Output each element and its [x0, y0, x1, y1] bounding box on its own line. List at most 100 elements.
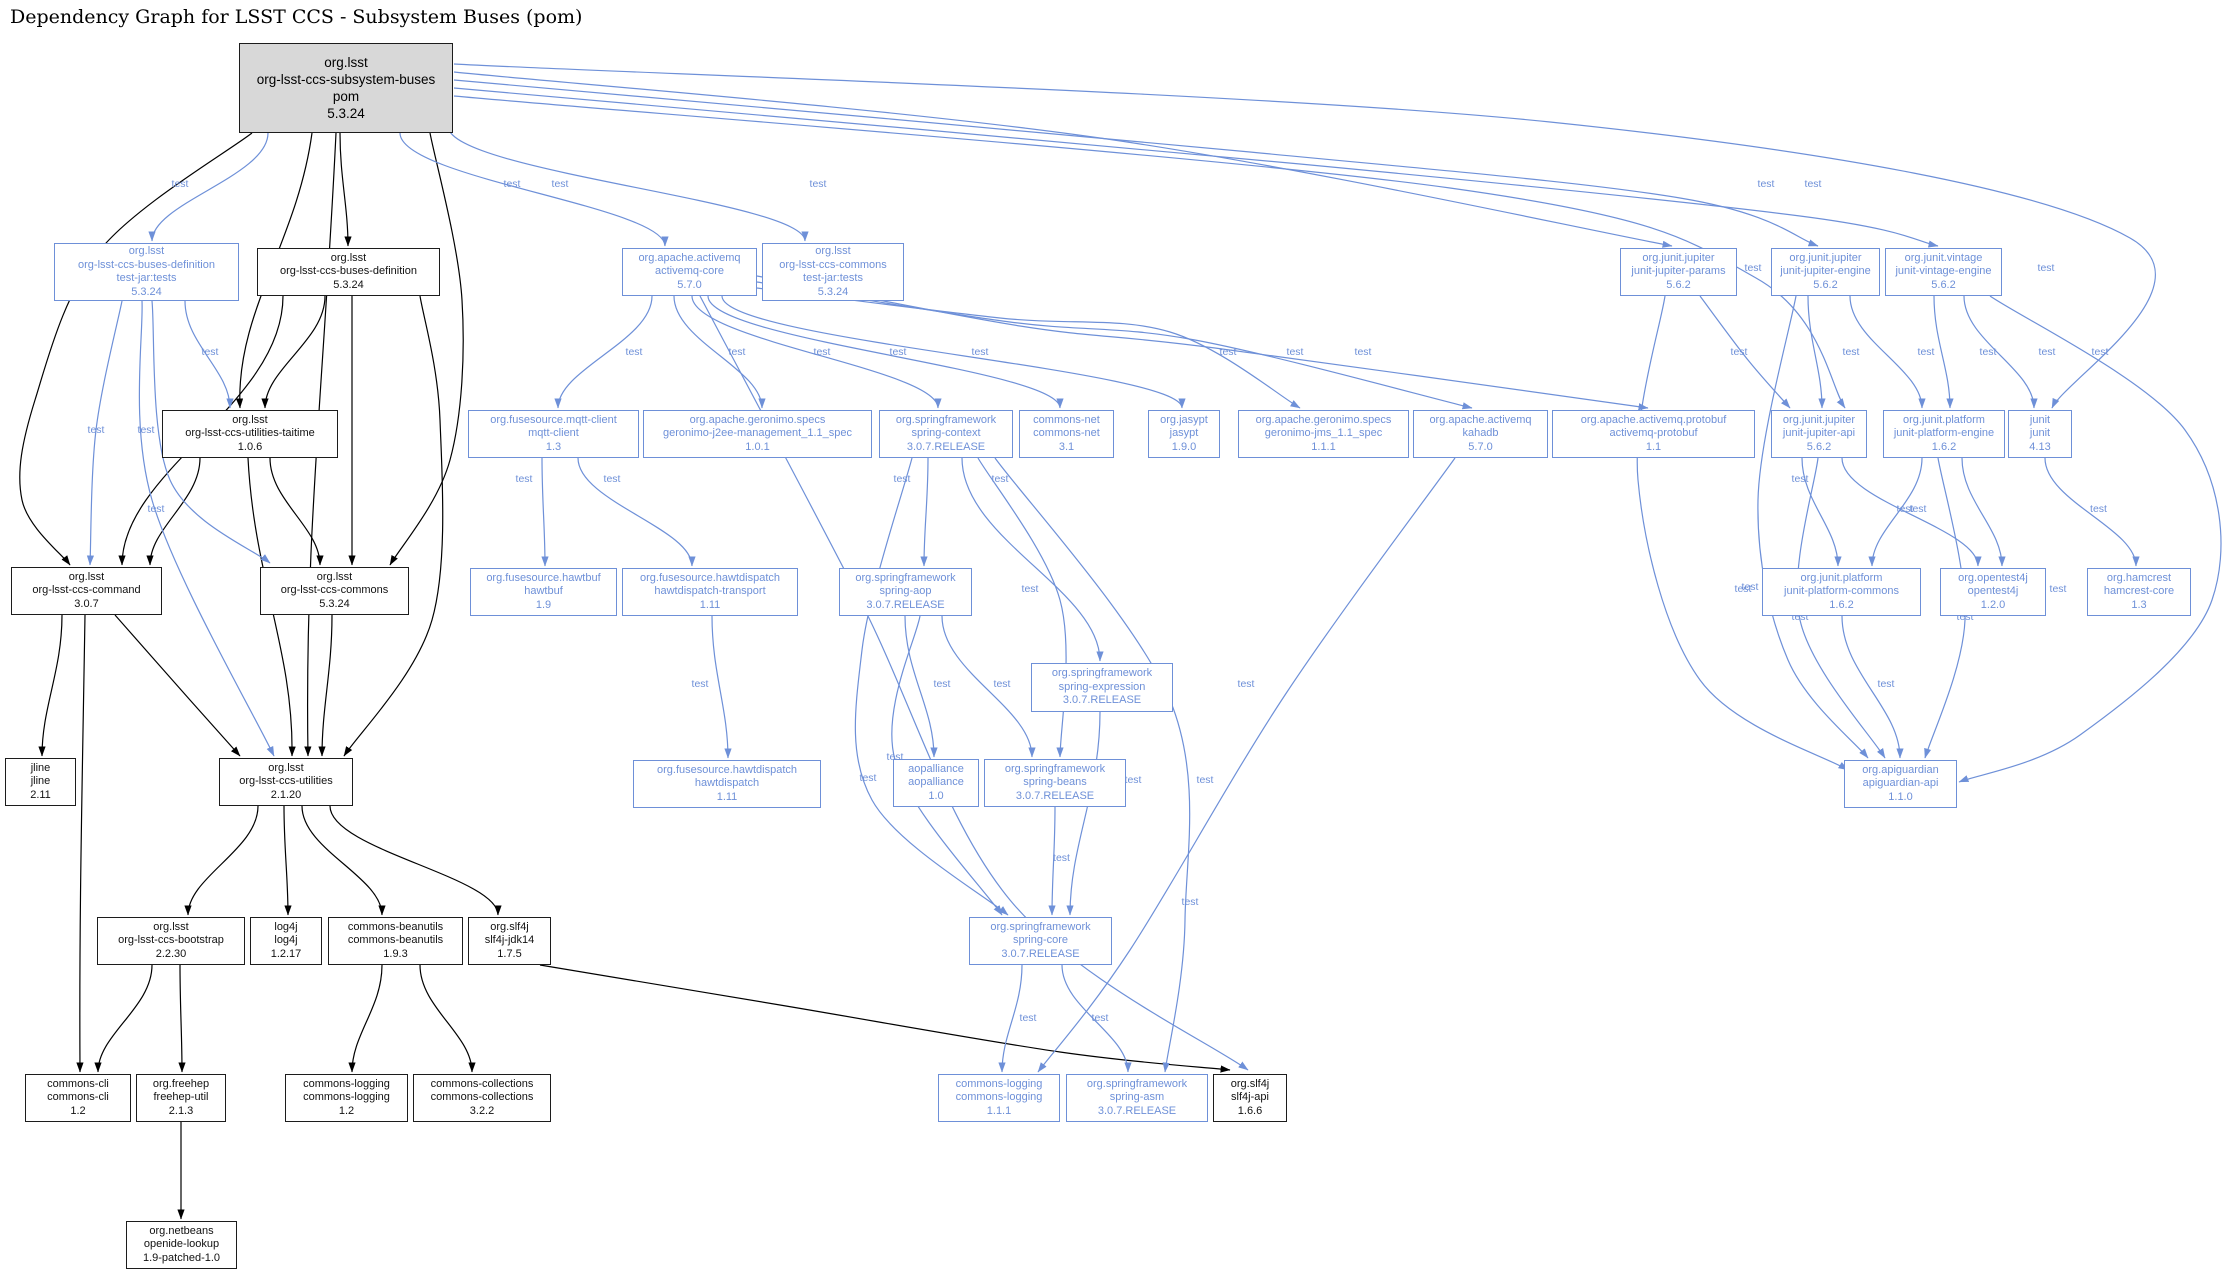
node-slf4j_api: org.slf4jslf4j-api1.6.6: [1213, 1074, 1287, 1122]
node-beanutils: commons-beanutilscommons-beanutils1.9.3: [328, 917, 463, 965]
edge-scope-label: test: [2092, 346, 2109, 358]
node-label-line: spring-aop: [880, 585, 932, 599]
edge-scope-label: test: [814, 346, 831, 358]
edge-scope-label: test: [1897, 503, 1914, 515]
node-label-line: org.lsst: [815, 245, 850, 259]
edge-commons-utilities: [322, 615, 332, 756]
node-root: org.lsstorg-lsst-ccs-subsystem-busespom5…: [239, 43, 453, 133]
edge-vintage-junit4: [1964, 296, 2034, 408]
node-jasypt: org.jasyptjasypt1.9.0: [1148, 410, 1220, 458]
node-label-line: commons-collections: [431, 1078, 534, 1092]
edge-context-expression: [962, 458, 1100, 661]
edge-utilities-slf4j_jdk14: [330, 806, 498, 915]
node-label-line: 5.3.24: [818, 286, 849, 300]
node-label-line: 5.3.24: [333, 279, 364, 293]
node-label-line: org.netbeans: [149, 1225, 213, 1239]
node-label-line: junit: [2030, 414, 2050, 428]
node-label-line: spring-core: [1013, 934, 1068, 948]
edge-scope-label: test: [860, 772, 877, 784]
node-label-line: 3.0.7.RELEASE: [1098, 1105, 1176, 1119]
node-aopalliance: aopallianceaopalliance1.0: [893, 759, 979, 807]
node-hawtdispatch: org.fusesource.hawtdispatchhawtdispatch1…: [633, 760, 821, 808]
graph-title: Dependency Graph for LSST CCS - Subsyste…: [10, 6, 582, 28]
node-label-line: spring-context: [911, 427, 980, 441]
node-label-line: commons-net: [1033, 414, 1100, 428]
node-j2ee: org.apache.geronimo.specsgeronimo-j2ee-m…: [643, 410, 872, 458]
node-label-line: junit-platform-commons: [1784, 585, 1899, 599]
node-label-line: 1.11: [717, 791, 738, 805]
edge-scope-label: test: [1287, 346, 1304, 358]
node-mqtt: org.fusesource.mqtt-clientmqtt-client1.3: [468, 410, 639, 458]
node-label-line: 1.1.1: [987, 1105, 1011, 1119]
node-label-line: org.springframework: [1005, 763, 1105, 777]
edge-scope-label: test: [1731, 346, 1748, 358]
edge-scope-label: test: [1125, 774, 1142, 786]
node-label-line: org.junit.platform: [1903, 414, 1985, 428]
node-label-line: org.fusesource.hawtdispatch: [640, 572, 780, 586]
edge-scope-label: test: [138, 424, 155, 436]
node-label-line: 5.3.24: [131, 286, 162, 300]
node-label-line: 1.2: [339, 1105, 354, 1119]
edge-bootstrap-commons_cli: [98, 965, 152, 1072]
node-label-line: org.springframework: [855, 572, 955, 586]
node-label-line: hawtbuf: [524, 585, 563, 599]
edge-root-junit4: [454, 64, 2155, 408]
edge-scope-label: test: [972, 346, 989, 358]
edge-scope-label: test: [1355, 346, 1372, 358]
node-kahadb: org.apache.activemqkahadb5.7.0: [1413, 410, 1548, 458]
node-label-line: openide-lookup: [144, 1238, 219, 1252]
node-label-line: org-lsst-ccs-commons: [779, 259, 887, 273]
node-label-line: commons-logging: [956, 1078, 1043, 1092]
edge-scope-label: test: [516, 473, 533, 485]
node-label-line: org-lsst-ccs-utilities: [239, 775, 333, 789]
edge-beanutils-logging12: [352, 965, 382, 1072]
edge-engine-japi: [1808, 296, 1822, 408]
node-label-line: commons-beanutils: [348, 934, 443, 948]
node-label-line: org.springframework: [990, 921, 1090, 935]
node-label-line: 1.6.2: [1829, 599, 1853, 613]
node-label-line: activemq-protobuf: [1609, 427, 1697, 441]
node-label-line: org.apache.activemq: [638, 252, 740, 266]
edge-scope-label: test: [1745, 262, 1762, 274]
node-label-line: org.springframework: [896, 414, 996, 428]
edge-mqtt-hawtbuf: [542, 458, 545, 566]
node-label-line: aopalliance: [908, 763, 964, 777]
node-label-line: junit: [2030, 427, 2050, 441]
node-vintage: org.junit.vintagejunit-vintage-engine5.6…: [1885, 248, 2002, 296]
node-label-line: test-jar:tests: [117, 272, 177, 286]
node-label-line: 3.0.7.RELEASE: [1016, 790, 1094, 804]
edge-scope-label: test: [692, 678, 709, 690]
node-label-line: hawtdispatch-transport: [654, 585, 765, 599]
node-label-line: 5.6.2: [1807, 441, 1831, 455]
node-opentest: org.opentest4jopentest4j1.2.0: [1940, 568, 2046, 616]
node-taitime: org.lsstorg-lsst-ccs-utilities-taitime1.…: [162, 410, 338, 458]
node-label-line: 5.6.2: [1931, 279, 1955, 293]
node-command: org.lsstorg-lsst-ccs-command3.0.7: [11, 567, 162, 615]
node-label-line: 1.0.1: [745, 441, 769, 455]
edge-scope-label: test: [934, 678, 951, 690]
node-label-line: junit-jupiter-api: [1783, 427, 1855, 441]
edge-scope-label: test: [1022, 583, 1039, 595]
edge-aop-aopalliance: [905, 616, 934, 757]
node-label-line: org.apache.activemq.protobuf: [1581, 414, 1727, 428]
edge-command-commons_cli: [80, 615, 85, 1072]
edge-root-vintage: [454, 88, 1938, 246]
node-label-line: org.lsst: [153, 921, 188, 935]
node-busdef: org.lsstorg-lsst-ccs-buses-definition5.3…: [257, 248, 440, 296]
node-label-line: 1.2.0: [1981, 599, 2005, 613]
edge-context-beans: [978, 458, 1066, 757]
edge-params-apiguardian: [1637, 296, 1848, 770]
edge-scope-label: test: [810, 178, 827, 190]
node-label-line: 5.7.0: [677, 279, 701, 293]
node-engine: org.junit.jupiterjunit-jupiter-engine5.6…: [1771, 248, 1880, 296]
edge-scope-label: test: [1980, 346, 1997, 358]
node-label-line: 1.6.6: [1238, 1105, 1262, 1119]
edge-scope-label: test: [626, 346, 643, 358]
node-label-line: org.jasypt: [1160, 414, 1208, 428]
edge-command-jline: [42, 615, 62, 756]
node-hawtbuf: org.fusesource.hawtbufhawtbuf1.9: [470, 568, 617, 616]
node-label-line: 1.11: [700, 599, 721, 613]
node-label-line: commons-collections: [431, 1091, 534, 1105]
node-label-line: 1.3: [546, 441, 561, 455]
node-context: org.springframeworkspring-context3.0.7.R…: [879, 410, 1013, 458]
